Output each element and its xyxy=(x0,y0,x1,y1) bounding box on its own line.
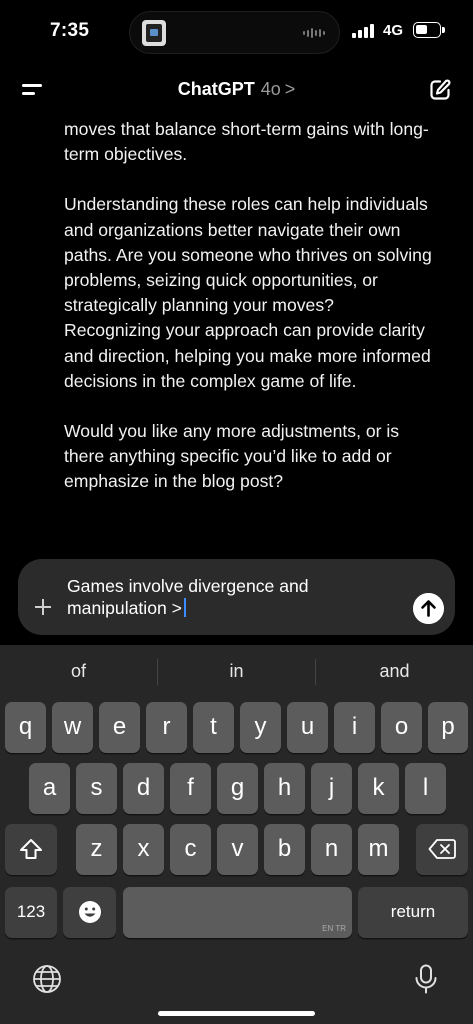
key-w[interactable]: w xyxy=(52,702,93,753)
key-h[interactable]: h xyxy=(264,763,305,814)
key-m[interactable]: m xyxy=(358,824,399,875)
status-bar: 7:35 4G xyxy=(0,0,473,62)
message-composer[interactable]: Games involve divergence and manipulatio… xyxy=(18,559,455,635)
assistant-message: moves that balance short-term gains with… xyxy=(64,117,434,520)
key-l[interactable]: l xyxy=(405,763,446,814)
space-language-label: EN TR xyxy=(322,924,346,933)
chat-header: ChatGPT 4o > xyxy=(0,62,473,114)
dynamic-island[interactable] xyxy=(129,11,340,54)
key-o[interactable]: o xyxy=(381,702,422,753)
key-i[interactable]: i xyxy=(334,702,375,753)
suggestion-bar: of in and xyxy=(0,645,473,697)
emoji-icon xyxy=(78,901,101,923)
send-arrow-icon[interactable] xyxy=(413,593,444,624)
status-time: 7:35 xyxy=(50,20,90,41)
key-b[interactable]: b xyxy=(264,824,305,875)
space-key[interactable]: EN TR xyxy=(123,887,352,938)
key-u[interactable]: u xyxy=(287,702,328,753)
return-key[interactable]: return xyxy=(358,887,468,938)
model-selector[interactable]: ChatGPT 4o > xyxy=(0,79,473,100)
key-y[interactable]: y xyxy=(240,702,281,753)
input-line: Games involve divergence and xyxy=(67,576,309,596)
key-e[interactable]: e xyxy=(99,702,140,753)
key-v[interactable]: v xyxy=(217,824,258,875)
key-q[interactable]: q xyxy=(5,702,46,753)
new-chat-icon[interactable] xyxy=(428,78,452,102)
cellular-signal-icon xyxy=(352,24,374,38)
key-j[interactable]: j xyxy=(311,763,352,814)
emoji-key[interactable] xyxy=(63,887,116,938)
plus-icon[interactable] xyxy=(33,597,53,617)
text-caret xyxy=(183,598,186,617)
key-r[interactable]: r xyxy=(146,702,187,753)
key-s[interactable]: s xyxy=(76,763,117,814)
suggestion-in[interactable]: in xyxy=(158,661,315,682)
battery-icon xyxy=(413,22,445,38)
shift-key[interactable] xyxy=(5,824,57,875)
shift-icon xyxy=(20,839,42,859)
key-f[interactable]: f xyxy=(170,763,211,814)
numbers-key[interactable]: 123 xyxy=(5,887,57,938)
key-a[interactable]: a xyxy=(29,763,70,814)
message-paragraph: Would you like any more adjustments, or … xyxy=(64,421,400,492)
home-indicator xyxy=(158,1011,315,1016)
mic-icon[interactable] xyxy=(410,963,442,995)
app-title: ChatGPT xyxy=(177,79,255,99)
key-c[interactable]: c xyxy=(170,824,211,875)
suggestion-and[interactable]: and xyxy=(316,661,473,682)
key-p[interactable]: p xyxy=(428,702,468,753)
network-type: 4G xyxy=(383,22,404,39)
key-k[interactable]: k xyxy=(358,763,399,814)
now-playing-thumbnail xyxy=(142,20,166,46)
audio-wave-icon xyxy=(303,28,325,38)
keyboard: of in and q w e r t y u i o p a s d f g … xyxy=(0,645,473,1024)
message-paragraph: moves that balance short-term gains with… xyxy=(64,119,429,165)
chevron-right-icon: > xyxy=(284,79,296,99)
input-line: manipulation > xyxy=(67,598,182,618)
key-z[interactable]: z xyxy=(76,824,117,875)
suggestion-of[interactable]: of xyxy=(0,661,157,682)
globe-icon[interactable] xyxy=(31,963,63,995)
key-n[interactable]: n xyxy=(311,824,352,875)
key-t[interactable]: t xyxy=(193,702,234,753)
backspace-icon xyxy=(428,839,456,859)
key-g[interactable]: g xyxy=(217,763,258,814)
message-paragraph: Understanding these roles can help indiv… xyxy=(64,194,432,391)
key-x[interactable]: x xyxy=(123,824,164,875)
key-d[interactable]: d xyxy=(123,763,164,814)
message-input[interactable]: Games involve divergence and manipulatio… xyxy=(67,575,397,619)
backspace-key[interactable] xyxy=(416,824,468,875)
model-name: 4o xyxy=(260,79,281,99)
input-line-wrapper: manipulation > xyxy=(67,597,397,619)
